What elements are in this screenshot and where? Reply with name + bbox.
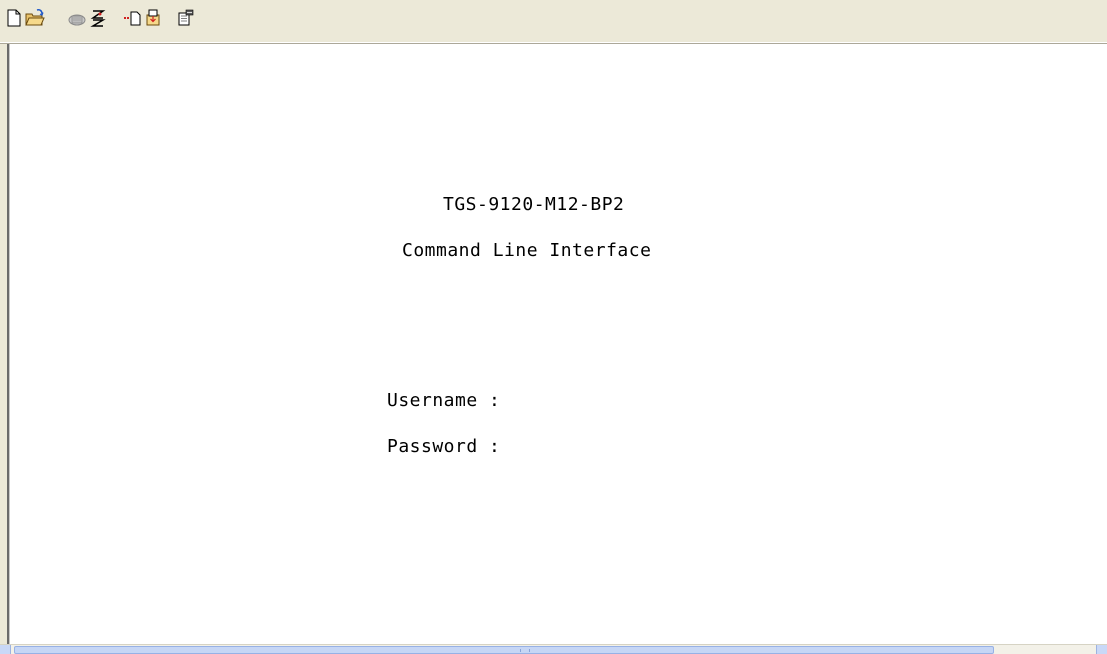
disconnect-phone-icon[interactable] (67, 8, 87, 28)
terminal-frame: TGS-9120-M12-BP2 Command Line Interface … (0, 44, 1107, 654)
terminal-screen[interactable]: TGS-9120-M12-BP2 Command Line Interface … (11, 44, 1107, 644)
password-prompt: Password : (387, 436, 501, 457)
scroll-right-arrow-icon[interactable] (1096, 645, 1107, 654)
scrollbar-thumb[interactable] (14, 646, 994, 654)
dial-icon[interactable] (88, 8, 108, 28)
username-prompt: Username : (387, 390, 501, 411)
scrollbar-grip (520, 649, 530, 652)
horizontal-scrollbar[interactable] (0, 644, 1107, 654)
receive-file-icon[interactable] (143, 8, 163, 28)
toolbar (0, 0, 1107, 44)
open-folder-icon[interactable] (25, 8, 45, 28)
properties-icon[interactable] (176, 8, 196, 28)
scroll-left-arrow-icon[interactable] (0, 645, 11, 654)
new-document-icon[interactable] (5, 8, 25, 28)
device-name-text: TGS-9120-M12-BP2 (443, 194, 625, 215)
terminal-left-edge (7, 44, 10, 644)
cli-subtitle-text: Command Line Interface (402, 240, 652, 261)
hyperterminal-window: TGS-9120-M12-BP2 Command Line Interface … (0, 0, 1107, 654)
send-file-icon[interactable] (123, 8, 143, 28)
